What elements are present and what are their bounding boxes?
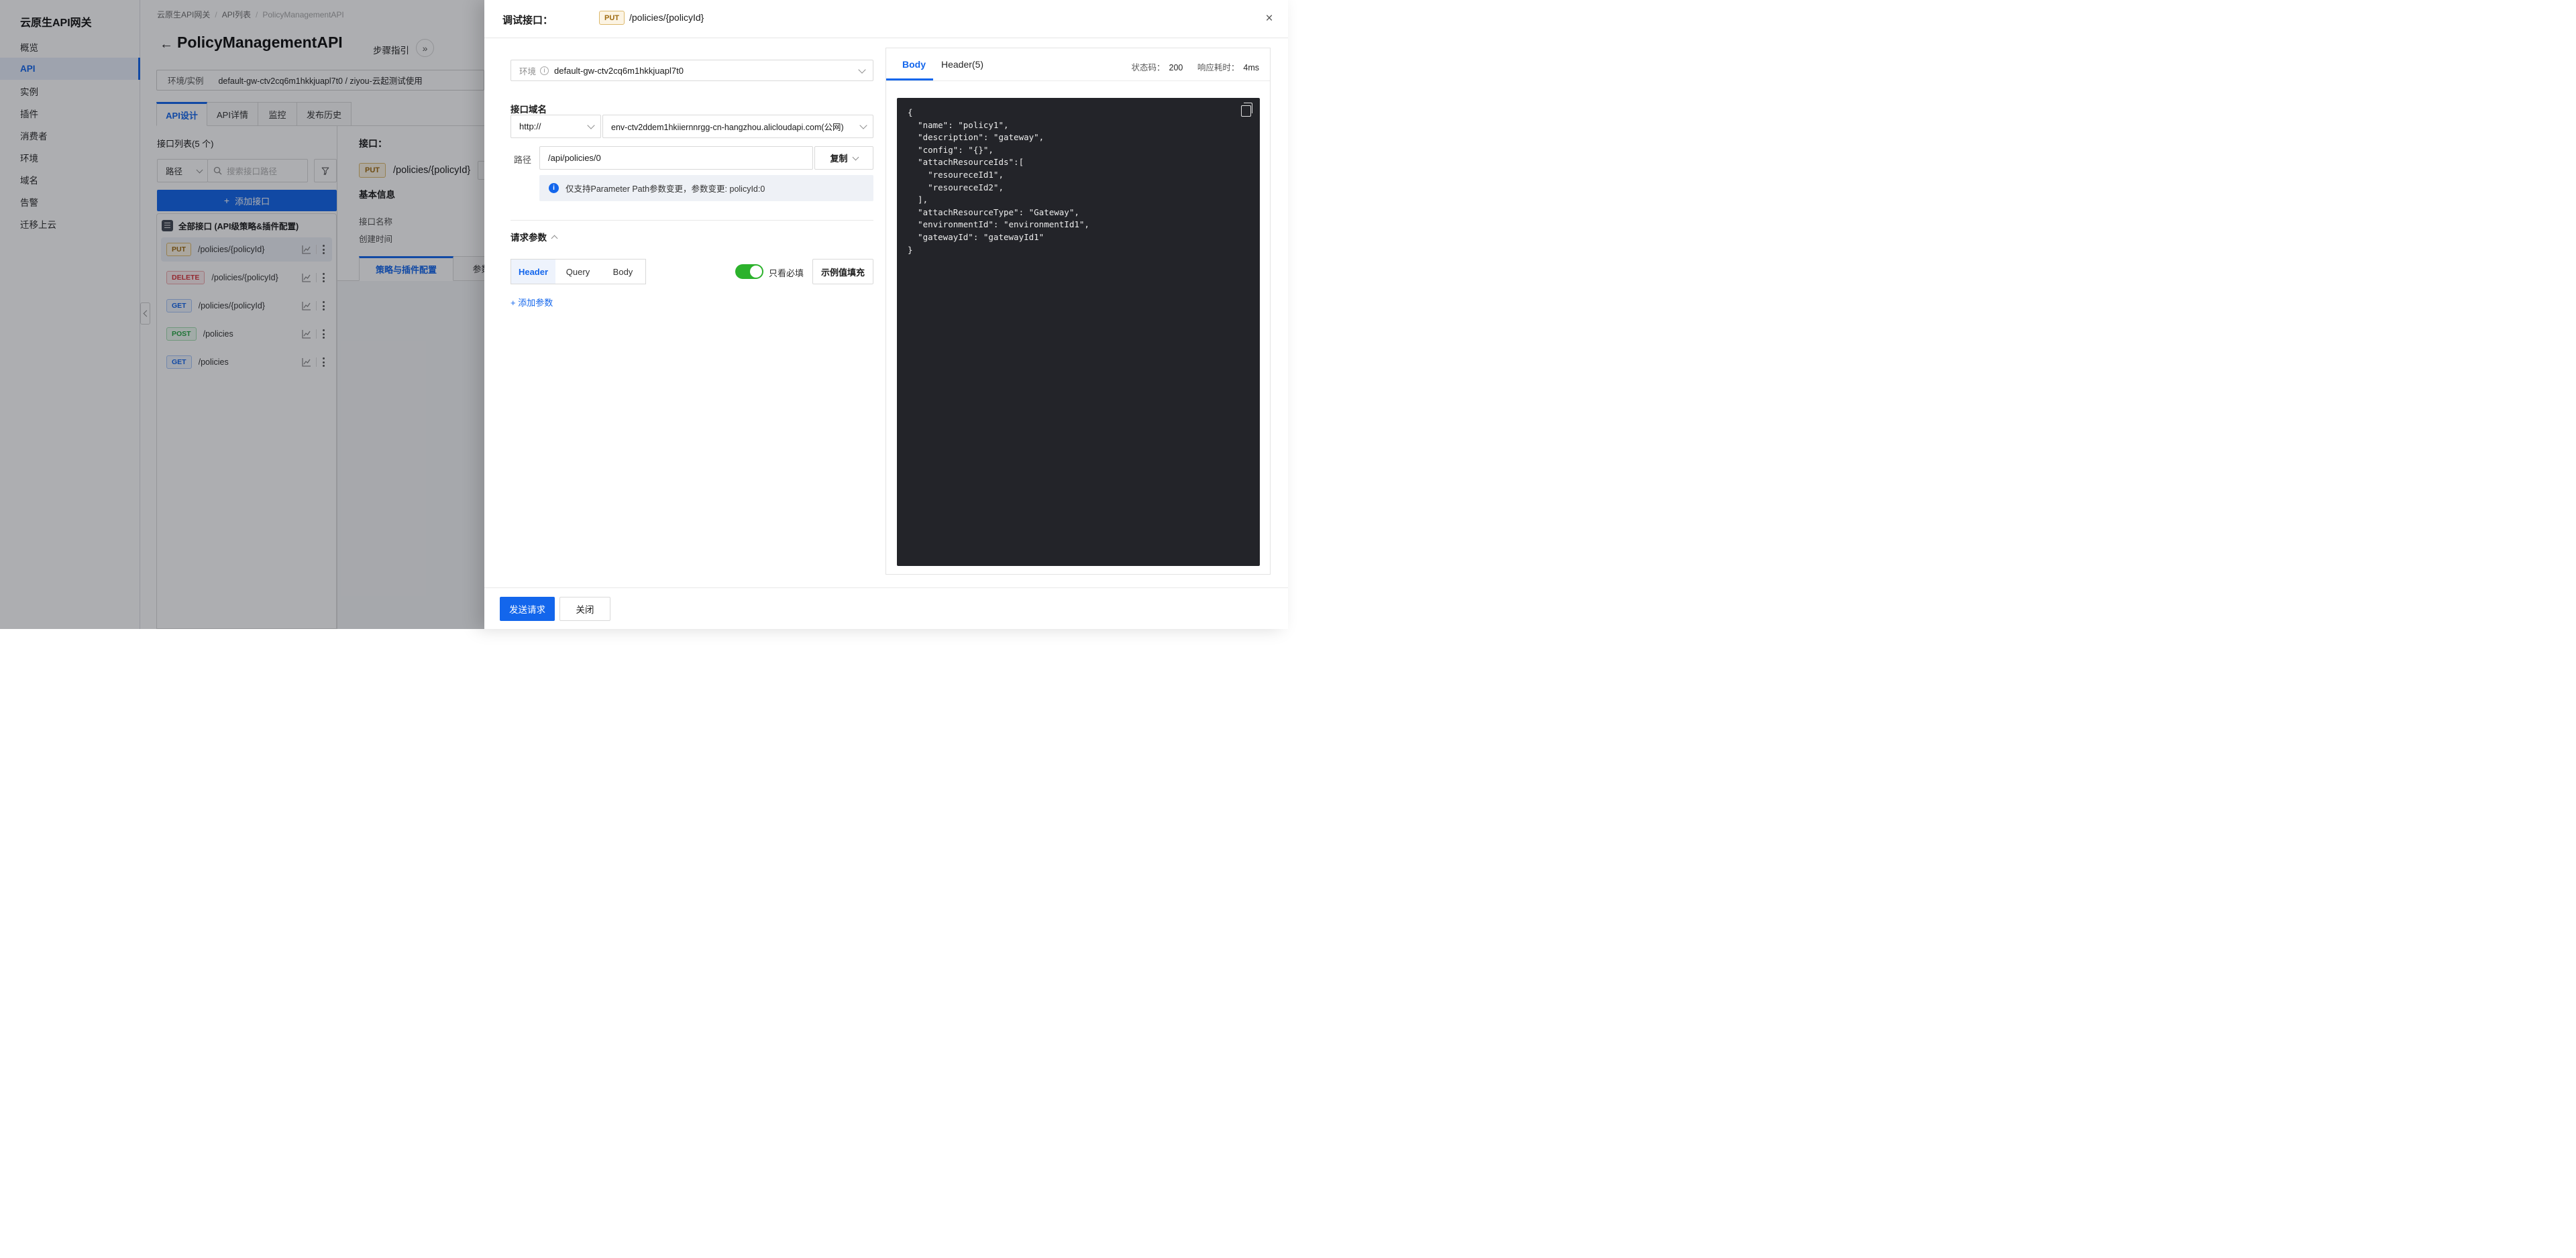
send-request-button[interactable]: 发送请求 [500, 597, 555, 621]
chevron-down-icon [859, 121, 867, 129]
response-json: { "name": "policy1", "description": "gat… [908, 107, 1249, 256]
path-label: 路径 [514, 153, 531, 166]
domain-section-label: 接口域名 [511, 102, 547, 115]
response-status: 状态码： 200 响应耗时：4ms [1132, 60, 1260, 73]
toggle-knob [750, 266, 762, 278]
param-tab-body[interactable]: Body [600, 259, 646, 284]
chevron-down-icon [858, 66, 865, 73]
chevron-down-icon [587, 121, 594, 129]
response-time-label: 响应耗时： [1197, 63, 1240, 72]
modal-mask [0, 0, 485, 629]
info-icon: i [549, 183, 559, 193]
response-panel: Body Header(5) 状态码： 200 响应耗时：4ms { "name"… [885, 48, 1271, 575]
footer-divider [484, 587, 1288, 588]
copy-icon[interactable] [1241, 105, 1251, 117]
path-input[interactable]: /api/policies/0 [539, 146, 813, 170]
drawer-title: 调试接口： [502, 13, 553, 27]
fill-example-button[interactable]: 示例值填充 [812, 259, 873, 284]
response-tabbar-divider [886, 80, 1270, 81]
response-body-code[interactable]: { "name": "policy1", "description": "gat… [897, 98, 1260, 566]
close-drawer-button[interactable]: 关闭 [559, 597, 610, 621]
info-icon: i [540, 66, 549, 75]
drawer-path: /policies/{policyId} [629, 12, 704, 23]
response-time-value: 4ms [1243, 63, 1259, 72]
close-icon[interactable]: × [1257, 7, 1281, 31]
path-param-alert: i 仅支持Parameter Path参数变更，参数变更: policyId:0 [539, 175, 873, 201]
param-tab-query[interactable]: Query [555, 259, 601, 284]
status-code-label: 状态码： [1132, 63, 1165, 72]
active-tab-underline [886, 78, 933, 80]
debug-drawer: 调试接口： PUT /policies/{policyId} × 环境 i de… [484, 0, 1288, 629]
divider [511, 220, 873, 221]
param-tab-header[interactable]: Header [511, 259, 556, 284]
protocol-select[interactable]: http:// [511, 115, 601, 138]
required-only-toggle[interactable] [735, 264, 763, 279]
chevron-up-icon [551, 235, 558, 241]
domain-select[interactable]: env-ctv2ddem1hkiiernnrgg-cn-hangzhou.ali… [602, 115, 873, 138]
drawer-method-tag: PUT [599, 11, 625, 25]
copy-button[interactable]: 复制 [814, 146, 873, 170]
add-param-button[interactable]: + 添加参数 [511, 296, 553, 308]
response-tab-body[interactable]: Body [902, 59, 926, 70]
status-code-value: 200 [1169, 63, 1183, 72]
debug-env-select[interactable]: 环境 i default-gw-ctv2cq6m1hkkjuapl7t0 [511, 60, 873, 81]
request-params-title[interactable]: 请求参数 [511, 230, 557, 243]
chevron-down-icon [852, 154, 859, 160]
response-tab-header[interactable]: Header(5) [941, 59, 983, 70]
required-only-label: 只看必填 [769, 266, 804, 279]
